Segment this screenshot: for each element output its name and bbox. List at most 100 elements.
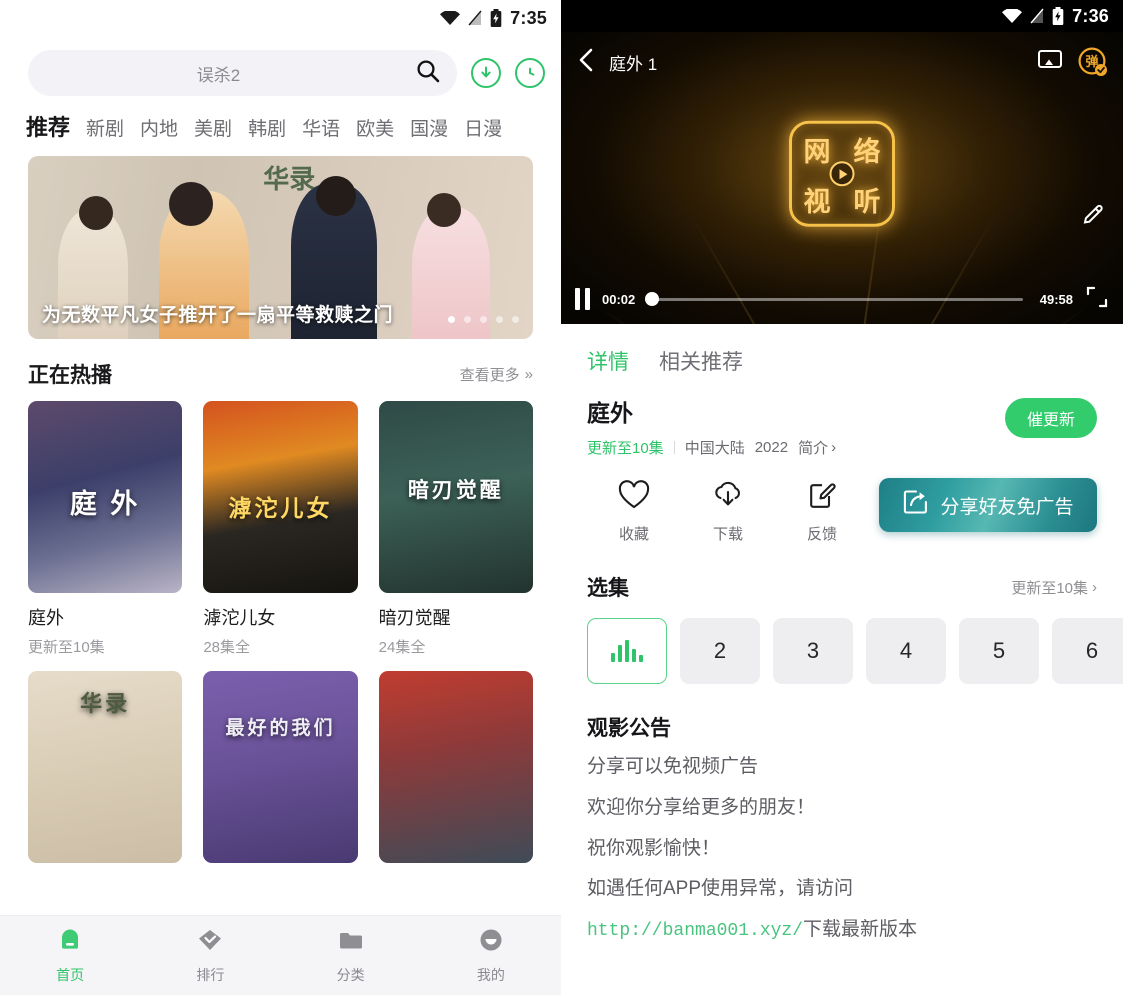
status-time-left: 7:35 [510,7,547,28]
show-subtitle: 24集全 [378,639,426,656]
poster-image[interactable]: 暗刃觉醒 [378,401,533,593]
episode-item-2[interactable]: 2 [680,618,760,684]
show-card[interactable]: 庭 外 庭外 更新至10集 [28,401,183,657]
episode-item-6[interactable]: 6 [1052,618,1123,684]
viewing-notice-section: 观影公告 分享可以免视频广告 欢迎你分享给更多的朋友！ 祝你观影愉快！ 如遇任何… [561,684,1123,946]
poster-image[interactable]: 滹沱儿女 [203,401,358,593]
feedback-button[interactable]: 反馈 [775,480,869,544]
category-tab-2[interactable]: 内地 [140,114,178,141]
download-cloud-icon [712,480,744,514]
section-header-hot: 正在热播 查看更多 » [0,339,561,401]
search-icon[interactable] [415,58,441,89]
episode-item-1[interactable] [587,618,667,684]
show-subtitle: 更新至10集 [28,639,105,656]
carousel-dot-0[interactable] [448,316,455,323]
video-detail-screen: 7:36 网 络 视 听 庭外 1 弹 00:02 49:58 详情 相关推荐 … [561,0,1123,995]
nav-item-category[interactable]: 分类 [281,926,421,985]
danmaku-badge-icon[interactable]: 弹 [1077,46,1109,78]
category-tab-8[interactable]: 日漫 [464,114,502,141]
tab-detail[interactable]: 详情 [587,346,629,376]
category-tab-5[interactable]: 华语 [302,114,340,141]
hero-banner-carousel[interactable]: 华录 为无数平凡女子推开了一扇平等救赎之门 [28,156,533,339]
nav-item-rank[interactable]: 排行 [140,926,280,985]
category-tab-7[interactable]: 国漫 [410,114,448,141]
carousel-dot-3[interactable] [496,316,503,323]
meta-divider [673,441,675,454]
pause-icon[interactable] [575,288,590,310]
show-card[interactable]: 暗刃觉醒 暗刃觉醒 24集全 [378,401,533,657]
history-clock-icon[interactable] [515,58,545,88]
view-more-label: 查看更多 [459,366,520,384]
carousel-dot-4[interactable] [512,316,519,323]
poster-image[interactable] [378,671,533,863]
notice-line-4: 如遇任何APP使用异常，请访问 [587,878,854,900]
category-tab-6[interactable]: 欧美 [356,114,394,141]
episode-item-4[interactable]: 4 [866,618,946,684]
nav-label-category: 分类 [336,967,365,983]
search-placeholder: 误杀2 [196,65,241,85]
show-card[interactable]: 滹沱儿女 滹沱儿女 28集全 [203,401,358,657]
episode-update-link[interactable]: 更新至10集 › [1011,577,1097,598]
detail-tab-bar[interactable]: 详情 相关推荐 [561,324,1123,382]
poster-image[interactable]: 华录 [28,671,183,863]
notice-line-1: 分享可以免视频广告 [587,756,759,777]
category-tab-4[interactable]: 韩剧 [248,114,286,141]
meta-update-status: 更新至10集 [587,440,664,457]
progress-knob[interactable] [645,292,659,306]
nav-label-home: 首页 [56,967,85,983]
nav-item-home[interactable]: 首页 [0,926,140,985]
feedback-label: 反馈 [806,526,837,543]
brief-link[interactable]: 简介 › [798,437,836,458]
logo-char-1: 络 [853,136,881,167]
download-button[interactable]: 下载 [681,480,775,544]
category-tab-1[interactable]: 新剧 [86,114,124,141]
back-chevron-icon[interactable] [575,47,597,78]
show-title: 滹沱儿女 [203,608,276,628]
search-row: 误杀2 [0,36,561,106]
fullscreen-icon[interactable] [1085,285,1109,314]
logo-char-2: 视 [803,186,831,217]
poster-image[interactable]: 庭 外 [28,401,183,593]
category-tab-3[interactable]: 美剧 [194,114,232,141]
folder-icon [337,926,365,959]
carousel-dot-1[interactable] [464,316,471,323]
show-card[interactable] [378,671,533,863]
episode-section-header: 选集 更新至10集 › [561,544,1123,602]
download-site-link[interactable]: http://banma001.xyz/ [587,921,803,941]
show-card[interactable]: 华录 [28,671,183,863]
poster-image[interactable]: 最好的我们 [203,671,358,863]
banner-seal-text: 华录 [263,164,316,194]
tab-related[interactable]: 相关推荐 [659,346,743,376]
nav-item-profile[interactable]: 我的 [421,926,561,985]
view-more-button[interactable]: 查看更多 » [460,364,533,385]
download-circle-icon[interactable] [471,58,501,88]
hot-shows-grid-row2: 华录 最好的我们 [0,671,561,863]
carousel-dot-2[interactable] [480,316,487,323]
category-tab-0[interactable]: 推荐 [26,110,70,142]
search-input[interactable]: 误杀2 [28,50,457,96]
video-player[interactable]: 网 络 视 听 庭外 1 弹 00:02 49:58 [561,32,1123,324]
wifi-icon [1002,9,1023,23]
signal-off-icon [1030,8,1044,24]
carousel-dots[interactable] [448,316,519,323]
show-card[interactable]: 最好的我们 [203,671,358,863]
profile-icon [477,926,505,959]
download-link-suffix: 下载最新版本 [803,919,918,941]
heart-icon [618,480,650,514]
favorite-button[interactable]: 收藏 [587,480,681,544]
chevron-right-icon: › [1092,578,1097,596]
episode-section-title: 选集 [587,577,629,600]
episode-item-5[interactable]: 5 [959,618,1039,684]
pencil-edit-icon[interactable] [1081,202,1107,233]
status-bar-left: 7:35 [0,0,561,36]
player-controls: 00:02 49:58 [561,274,1123,324]
poster-title: 滹沱儿女 [228,495,333,522]
cast-screen-icon[interactable] [1035,47,1065,78]
urge-update-button[interactable]: 催更新 [1004,398,1097,438]
share-box-icon [902,488,930,522]
progress-slider[interactable] [645,292,1023,306]
episode-item-3[interactable]: 3 [773,618,853,684]
share-ad-free-button[interactable]: 分享好友免广告 [879,478,1097,532]
current-time: 00:02 [602,291,636,307]
category-tab-bar[interactable]: 推荐 新剧 内地 美剧 韩剧 华语 欧美 国漫 日漫 [0,106,561,150]
